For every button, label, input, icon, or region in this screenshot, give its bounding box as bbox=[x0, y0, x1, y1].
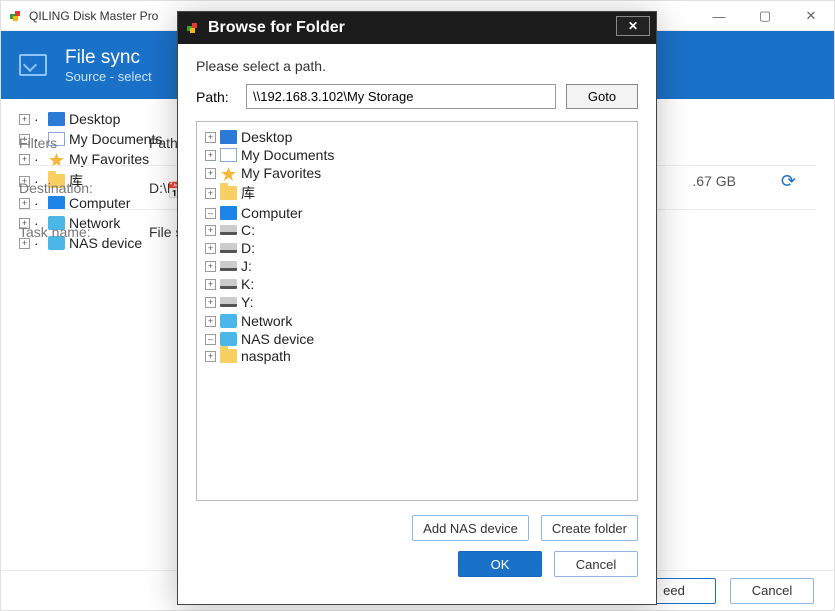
expand-icon[interactable]: + bbox=[205, 132, 216, 143]
dialog-close-button[interactable]: ✕ bbox=[616, 16, 650, 36]
expand-icon[interactable]: + bbox=[205, 297, 216, 308]
cancel-button[interactable]: Cancel bbox=[730, 578, 814, 604]
expand-icon[interactable]: + bbox=[205, 225, 216, 236]
dialog-actions-row1: Add NAS device Create folder bbox=[196, 515, 638, 541]
tree-label: Desktop bbox=[241, 129, 292, 145]
tree-label: NAS device bbox=[241, 331, 314, 347]
page-title: File sync bbox=[65, 47, 152, 69]
free-space: .67 GB bbox=[692, 173, 736, 189]
tree-label: Network bbox=[241, 313, 292, 329]
dialog-titlebar: Browse for Folder ✕ bbox=[178, 12, 656, 44]
tree-label: My Favorites bbox=[241, 165, 321, 181]
tree-label: C: bbox=[241, 222, 255, 238]
dialog-actions-row2: OK Cancel bbox=[196, 551, 638, 577]
ok-button[interactable]: OK bbox=[458, 551, 542, 577]
collapse-icon[interactable]: – bbox=[205, 334, 216, 345]
filters-label: Filters bbox=[19, 135, 119, 151]
expand-icon[interactable]: + bbox=[205, 150, 216, 161]
drive-icon bbox=[220, 297, 237, 307]
app-logo-icon bbox=[9, 9, 23, 23]
cloud-refresh-icon[interactable]: ⟳ bbox=[781, 171, 796, 192]
tree-label: Y: bbox=[241, 294, 253, 310]
cancel-label: Cancel bbox=[752, 583, 792, 598]
tree-item-drive-y[interactable]: + Y: bbox=[205, 294, 629, 310]
tree-item-mydocs[interactable]: + My Documents bbox=[205, 147, 629, 163]
dialog-title: Browse for Folder bbox=[208, 19, 345, 37]
tree-item-desktop[interactable]: + Desktop bbox=[205, 129, 629, 145]
proceed-label: eed bbox=[663, 583, 685, 598]
tree-item-drive-k[interactable]: + K: bbox=[205, 276, 629, 292]
tree-label: 库 bbox=[241, 183, 255, 203]
app-title: QILING Disk Master Pro bbox=[29, 9, 158, 23]
computer-icon bbox=[220, 206, 237, 220]
page-subtitle: Source - select bbox=[65, 69, 152, 84]
expand-icon[interactable]: + bbox=[205, 279, 216, 290]
path-row: Path: Goto bbox=[196, 84, 638, 109]
minimize-button[interactable]: — bbox=[696, 1, 742, 31]
goto-button[interactable]: Goto bbox=[566, 84, 638, 109]
path-label: Path: bbox=[196, 89, 236, 105]
tree-label: My Documents bbox=[241, 147, 334, 163]
expand-icon[interactable]: + bbox=[205, 168, 216, 179]
collapse-icon[interactable]: – bbox=[205, 208, 216, 219]
tree-item-drive-j[interactable]: + J: bbox=[205, 258, 629, 274]
tree-item-naspath[interactable]: + naspath bbox=[205, 348, 629, 364]
tree-item-myfav[interactable]: + My Favorites bbox=[205, 165, 629, 181]
maximize-button[interactable]: ▢ bbox=[742, 1, 788, 31]
drive-icon bbox=[220, 243, 237, 253]
expand-icon[interactable]: + bbox=[205, 243, 216, 254]
expand-icon[interactable]: + bbox=[205, 261, 216, 272]
tree-item-drive-d[interactable]: + D: bbox=[205, 240, 629, 256]
expand-icon[interactable]: + bbox=[205, 188, 216, 199]
close-button[interactable]: ✕ bbox=[788, 1, 834, 31]
expand-icon[interactable]: + bbox=[205, 316, 216, 327]
dialog-cancel-button[interactable]: Cancel bbox=[554, 551, 638, 577]
tree-item-computer[interactable]: – Computer bbox=[205, 205, 629, 221]
page-header-text: File sync Source - select bbox=[65, 47, 152, 84]
drive-icon bbox=[220, 261, 237, 271]
tree-item-nas[interactable]: – NAS device bbox=[205, 331, 629, 347]
file-sync-icon bbox=[19, 54, 47, 76]
folder-icon bbox=[220, 186, 237, 200]
drive-icon bbox=[220, 279, 237, 289]
dialog-tree: +Desktop +My Documents +My Favorites +库 … bbox=[196, 121, 638, 501]
document-icon bbox=[220, 148, 237, 162]
nas-icon bbox=[220, 332, 237, 346]
add-nas-button[interactable]: Add NAS device bbox=[412, 515, 529, 541]
tree-item-drive-c[interactable]: + C: bbox=[205, 222, 629, 238]
destination-label: Destination: bbox=[19, 180, 119, 196]
tree-label: J: bbox=[241, 258, 252, 274]
desktop-icon bbox=[220, 130, 237, 144]
tree-label: D: bbox=[241, 240, 255, 256]
star-icon bbox=[220, 166, 237, 180]
window-controls: — ▢ ✕ bbox=[696, 1, 834, 31]
dialog-prompt: Please select a path. bbox=[196, 58, 638, 74]
drive-icon bbox=[220, 225, 237, 235]
tree-label: naspath bbox=[241, 348, 291, 364]
path-input[interactable] bbox=[246, 84, 556, 109]
tree-item-ku[interactable]: +库 bbox=[205, 183, 629, 203]
create-folder-button[interactable]: Create folder bbox=[541, 515, 638, 541]
tree-label: K: bbox=[241, 276, 254, 292]
expand-icon[interactable]: + bbox=[205, 351, 216, 362]
taskname-label: Task name: bbox=[19, 224, 119, 240]
browse-folder-dialog: Browse for Folder ✕ Please select a path… bbox=[177, 11, 657, 605]
dialog-logo-icon bbox=[186, 21, 200, 35]
tree-item-network[interactable]: + Network bbox=[205, 313, 629, 329]
folder-icon bbox=[220, 349, 237, 363]
tree-label: Computer bbox=[241, 205, 302, 221]
network-icon bbox=[220, 314, 237, 328]
